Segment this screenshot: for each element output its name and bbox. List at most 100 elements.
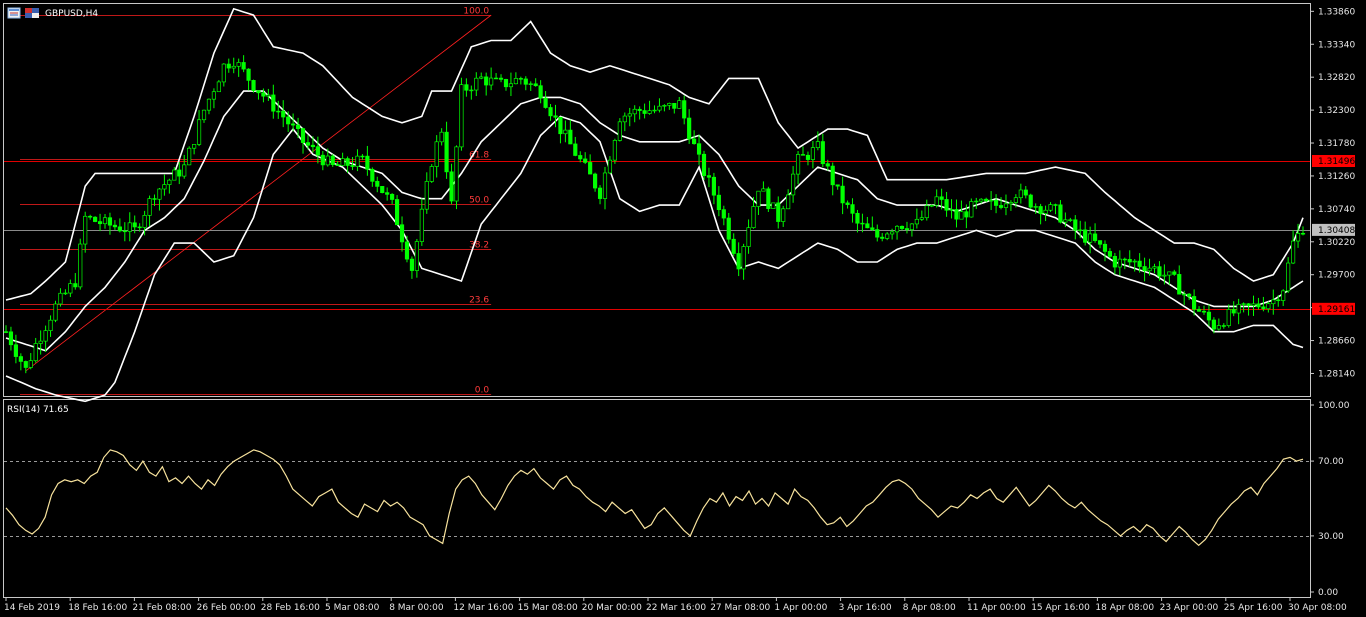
candle-body	[855, 212, 860, 224]
candle-body	[1147, 267, 1152, 272]
candle-body	[1117, 258, 1122, 268]
candle-body	[1102, 243, 1108, 252]
time-axis[interactable]: 14 Feb 2019 18 Feb 16:00 21 Feb 08:00 26 Fe…	[4, 597, 1347, 613]
price-axis[interactable]: 1.33860 1.33340 1.32820 1.32300 1.31780 1.312…	[1310, 7, 1355, 379]
candle-body	[390, 193, 395, 200]
candle-body	[266, 94, 271, 97]
price-axis-label: 1.33340	[1318, 40, 1355, 50]
candle-body	[751, 206, 756, 229]
candle-body	[63, 292, 68, 295]
candle-body	[1023, 189, 1028, 196]
candle-body	[741, 246, 746, 270]
candle-body	[1271, 299, 1276, 305]
candle-body	[1192, 296, 1197, 310]
chart-window-icon[interactable]	[7, 7, 21, 19]
candle-body	[939, 196, 944, 200]
candle-body	[894, 225, 900, 233]
candle-body	[281, 110, 286, 118]
candle-body	[508, 83, 514, 88]
symbol-icon[interactable]	[25, 8, 39, 18]
rsi-axis-label: 0.00	[1318, 588, 1338, 598]
time-axis-label: 15 Apr 16:00	[1031, 603, 1090, 613]
candle-body	[746, 227, 751, 247]
candle-body	[568, 129, 573, 145]
candle-body	[1246, 303, 1251, 306]
candle-body	[459, 84, 464, 148]
candle-body	[1241, 303, 1246, 305]
candle-body	[820, 141, 825, 165]
candle-body	[276, 110, 281, 113]
candle-body	[196, 119, 202, 145]
candle-body	[1088, 233, 1093, 243]
candle-body	[959, 211, 964, 220]
candle-body	[469, 89, 474, 92]
candle-body	[944, 199, 949, 211]
candle-body	[791, 173, 796, 196]
time-axis-label: 22 Mar 16:00	[646, 603, 706, 613]
price-axis-label: 1.31260	[1318, 172, 1355, 182]
candle-body	[355, 155, 360, 167]
candle-body	[672, 103, 677, 109]
fib-level-label-23.6: 23.6	[469, 296, 489, 306]
candle-body	[132, 222, 137, 228]
candle-body	[489, 77, 494, 86]
candle-body	[1018, 189, 1023, 199]
candle-body	[231, 65, 236, 69]
candle-body	[58, 292, 63, 305]
candle-body	[934, 196, 939, 206]
candle-body	[1172, 271, 1177, 275]
candle-body	[701, 153, 707, 176]
price-axis-label: 1.32300	[1318, 106, 1355, 116]
candle-body	[721, 209, 726, 219]
candle-body	[597, 187, 603, 199]
candle-body	[1236, 303, 1241, 314]
candle-body	[310, 144, 316, 148]
candle-body	[162, 184, 167, 190]
time-axis-label: 25 Apr 16:00	[1224, 603, 1283, 613]
candle-body	[1266, 303, 1271, 310]
candle-body	[617, 121, 622, 141]
candle-body	[538, 85, 543, 99]
candle-body	[919, 217, 924, 220]
candle-body	[375, 180, 380, 187]
candle-body	[1097, 240, 1103, 245]
candle-body	[1281, 290, 1286, 301]
candle-body	[1122, 258, 1127, 261]
candle-body	[1063, 219, 1068, 223]
candle-body	[865, 223, 870, 229]
candle-body	[291, 123, 296, 126]
candle-body	[325, 155, 330, 166]
candle-body	[78, 243, 83, 288]
time-axis-label: 18 Feb 16:00	[68, 603, 127, 613]
candle-body	[716, 194, 721, 211]
candle-body	[182, 164, 187, 177]
candle-body	[528, 83, 533, 85]
candle-body	[533, 83, 538, 87]
candle-body	[157, 188, 162, 200]
candle-body	[687, 117, 692, 140]
candle-body	[187, 147, 192, 166]
rsi-axis[interactable]: 100.00 70.00 30.00 0.00	[1310, 401, 1350, 598]
candle-body	[875, 229, 880, 238]
candle-body	[1196, 308, 1202, 312]
candle-body	[93, 216, 98, 222]
candle-body	[424, 181, 429, 210]
candle-body	[251, 80, 256, 91]
candle-body	[548, 107, 553, 117]
candle-body	[1256, 303, 1261, 308]
candle-body	[1093, 233, 1098, 241]
candle-body	[766, 188, 771, 209]
horizontal-lines[interactable]	[4, 161, 1310, 310]
candle-body	[449, 171, 454, 202]
candle-body	[444, 131, 449, 173]
fibonacci-retracement[interactable]: 100.061.850.038.223.60.0	[20, 7, 492, 396]
price-tag-label: 1.30408	[1318, 226, 1355, 236]
candle-body	[43, 330, 48, 342]
candle-body	[83, 215, 88, 245]
candle-body	[1073, 219, 1078, 231]
time-axis-label: 5 Mar 08:00	[325, 603, 380, 613]
candle-body	[300, 128, 306, 143]
candle-body	[578, 155, 583, 160]
candle-body	[192, 144, 197, 149]
candle-body	[394, 199, 400, 226]
